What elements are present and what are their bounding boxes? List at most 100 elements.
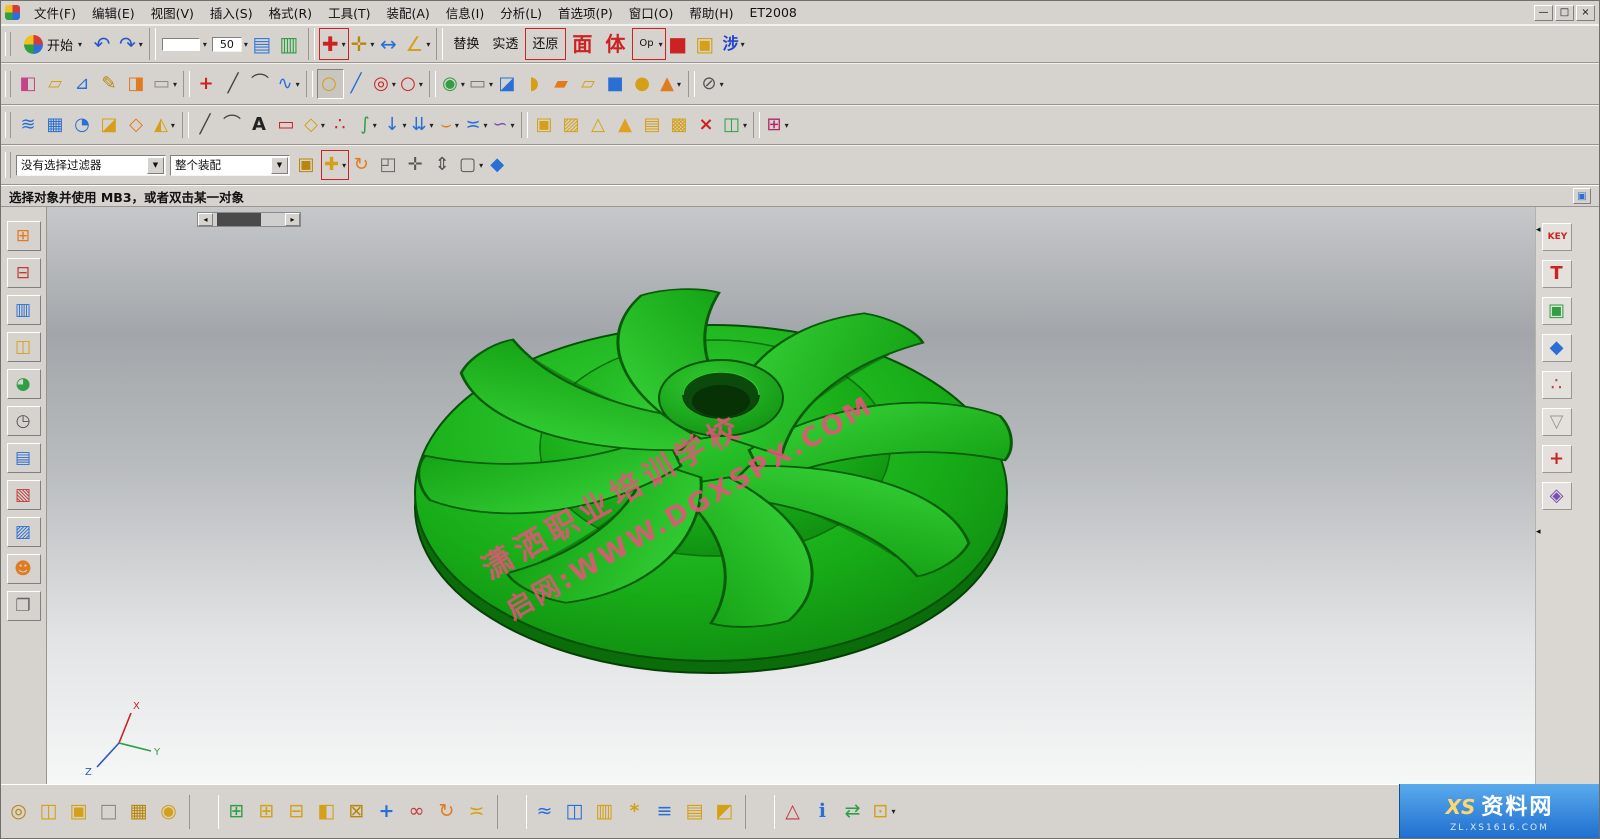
suppress-component-icon[interactable]: ⊠	[343, 795, 373, 829]
collapse-left-icon[interactable]: ◂	[1536, 225, 1541, 235]
new-component-icon[interactable]: ⊞	[253, 795, 283, 829]
assembly-navigator-icon[interactable]: ⊞	[7, 221, 41, 251]
measure-distance-icon[interactable]: ↔	[376, 28, 403, 60]
n-sided-surface-icon[interactable]: ◇	[124, 110, 151, 140]
menu-item[interactable]: 编辑(E)	[84, 1, 143, 24]
wrap-geometry-icon[interactable]: ▣	[532, 110, 559, 140]
studio-spline-icon[interactable]: ∿ ▾	[275, 69, 302, 99]
revolve-icon[interactable]: ◗	[522, 69, 549, 99]
scale-body-icon[interactable]: △	[586, 110, 613, 140]
layer-visibility-icon[interactable]: ▥	[277, 28, 304, 60]
part-navigator-icon[interactable]: ▥	[7, 295, 41, 325]
reuse-library-icon[interactable]: ◫	[7, 332, 41, 362]
scroll-right-icon[interactable]: ▸	[285, 213, 300, 226]
extrude-solid-icon[interactable]: ◪	[495, 69, 522, 99]
op-button[interactable]: Op ▾	[632, 28, 665, 60]
product-view-icon[interactable]: ⊡ ▾	[869, 795, 899, 829]
show-outline-icon[interactable]: □	[95, 795, 125, 829]
extract-curve-icon[interactable]: ∽ ▾	[490, 110, 517, 140]
collapse-left-icon[interactable]: ◂	[1536, 527, 1541, 537]
menu-item[interactable]: 格式(R)	[261, 1, 320, 24]
component-array-icon[interactable]: ⊟	[283, 795, 313, 829]
move-component-icon[interactable]: +	[373, 795, 403, 829]
pan-view-icon[interactable]: ✛	[403, 150, 430, 180]
spectrum-icon[interactable]: ▧	[7, 480, 41, 510]
combined-projection-icon[interactable]: ⇊ ▾	[409, 110, 436, 140]
scroll-thumb[interactable]	[217, 213, 261, 226]
face-button[interactable]: 面	[566, 28, 599, 60]
trim-body-icon[interactable]: ⊘ ▾	[699, 69, 726, 99]
process-studio-icon[interactable]: ▨	[7, 517, 41, 547]
redo-button[interactable]: ↷ ▾	[117, 28, 145, 60]
datum-csys-icon[interactable]: ⊿	[70, 69, 97, 99]
start-button[interactable]: 开始 ▾	[16, 28, 90, 60]
add-component-icon[interactable]: ⊞	[223, 795, 253, 829]
replace-refset-icon[interactable]: ▥	[591, 795, 621, 829]
model-dots-icon[interactable]: ∴	[1542, 371, 1572, 399]
mirror-assembly-icon[interactable]: ◧	[313, 795, 343, 829]
layer-settings-icon[interactable]: ▤	[250, 28, 277, 60]
close-button[interactable]: ×	[1576, 5, 1595, 21]
patch-icon[interactable]: ▩	[667, 110, 694, 140]
wave-geometry-icon[interactable]: ≈	[531, 795, 561, 829]
wcs-dynamics-icon[interactable]: ✛ ▾	[349, 28, 377, 60]
model-blue-icon[interactable]: ◆	[1542, 334, 1572, 362]
arc-tool-icon[interactable]: ⌒	[248, 69, 275, 99]
tool-block-icon[interactable]: ▣	[693, 28, 720, 60]
project-curve-icon[interactable]: ↓ ▾	[382, 110, 409, 140]
extension-surface-icon[interactable]: ◭ ▾	[151, 110, 178, 140]
model-cross-icon[interactable]: +	[1542, 445, 1572, 473]
roles-icon[interactable]: ☻	[7, 554, 41, 584]
block-icon[interactable]: ■	[603, 69, 630, 99]
open-component-icon[interactable]: ◫	[35, 795, 65, 829]
minimize-button[interactable]: —	[1534, 5, 1553, 21]
chain-curve-icon[interactable]: ○	[317, 69, 344, 99]
ruled-surface-icon[interactable]: ▦	[43, 110, 70, 140]
text-tool-icon[interactable]: A	[247, 110, 274, 140]
join-curve-icon[interactable]: ∫ ▾	[355, 110, 382, 140]
show-dof-icon[interactable]: ↻	[433, 795, 463, 829]
arrangements-icon[interactable]: ▤	[681, 795, 711, 829]
polygon-tool-icon[interactable]: ◇ ▾	[301, 110, 328, 140]
scroll-left-icon[interactable]: ◂	[198, 213, 213, 226]
extrude-icon[interactable]: ◨	[124, 69, 151, 99]
circle-icon[interactable]: ○ ▾	[398, 69, 425, 99]
orient-view-icon[interactable]: ✚ ▾	[319, 28, 349, 60]
snap-point-button[interactable]: ✚ ▾	[321, 150, 349, 180]
check-interference-icon[interactable]: ▦	[125, 795, 155, 829]
offset-curve-icon[interactable]: ≍ ▾	[463, 110, 490, 140]
menu-item[interactable]: 文件(F)	[26, 1, 84, 24]
template-t-icon[interactable]: T	[1542, 260, 1572, 288]
menu-item[interactable]: 视图(V)	[143, 1, 202, 24]
orbit-view-icon[interactable]: ↻	[349, 150, 376, 180]
cylinder-icon[interactable]: ●	[630, 69, 657, 99]
exploded-view-icon[interactable]: *	[621, 795, 651, 829]
delete-body-icon[interactable]: ×	[694, 110, 721, 140]
menu-item[interactable]: 首选项(P)	[550, 1, 621, 24]
system-materials-icon[interactable]: ▤	[7, 443, 41, 473]
translucency-button[interactable]: 实透	[486, 28, 525, 60]
windows-icon[interactable]: ❐	[7, 591, 41, 621]
history-icon[interactable]: ◷	[7, 406, 41, 436]
clearance-analysis-icon[interactable]: △	[779, 795, 809, 829]
arc-curve-icon[interactable]: ⌒	[220, 110, 247, 140]
studio-surface-icon[interactable]: ◔	[70, 110, 97, 140]
point-set-icon[interactable]: ∴	[328, 110, 355, 140]
sequence-icon[interactable]: ≡	[651, 795, 681, 829]
line-curve-icon[interactable]: ╱	[193, 110, 220, 140]
sheet-body-icon[interactable]: ▱	[576, 69, 603, 99]
clone-assembly-icon[interactable]: ◩	[711, 795, 741, 829]
arc-circle-icon[interactable]: ◎ ▾	[371, 69, 398, 99]
undo-button[interactable]: ↶	[90, 28, 117, 60]
red-block-icon[interactable]: ■	[666, 28, 693, 60]
interpart-link-icon[interactable]: ⇄	[839, 795, 869, 829]
unwrap-icon[interactable]: ▨	[559, 110, 586, 140]
iso-view-cube-icon[interactable]: ◆	[485, 150, 512, 180]
prompt-bar-button[interactable]: ▣	[1573, 188, 1591, 204]
remember-constraints-icon[interactable]: ≍	[463, 795, 493, 829]
menu-item[interactable]: 信息(I)	[438, 1, 492, 24]
through-curves-icon[interactable]: ≋	[16, 110, 43, 140]
menu-item[interactable]: ET2008	[742, 3, 805, 22]
selection-filter-dropdown[interactable]: 没有选择过滤器 ▼	[16, 155, 166, 176]
model-green-icon[interactable]: ▣	[1542, 297, 1572, 325]
